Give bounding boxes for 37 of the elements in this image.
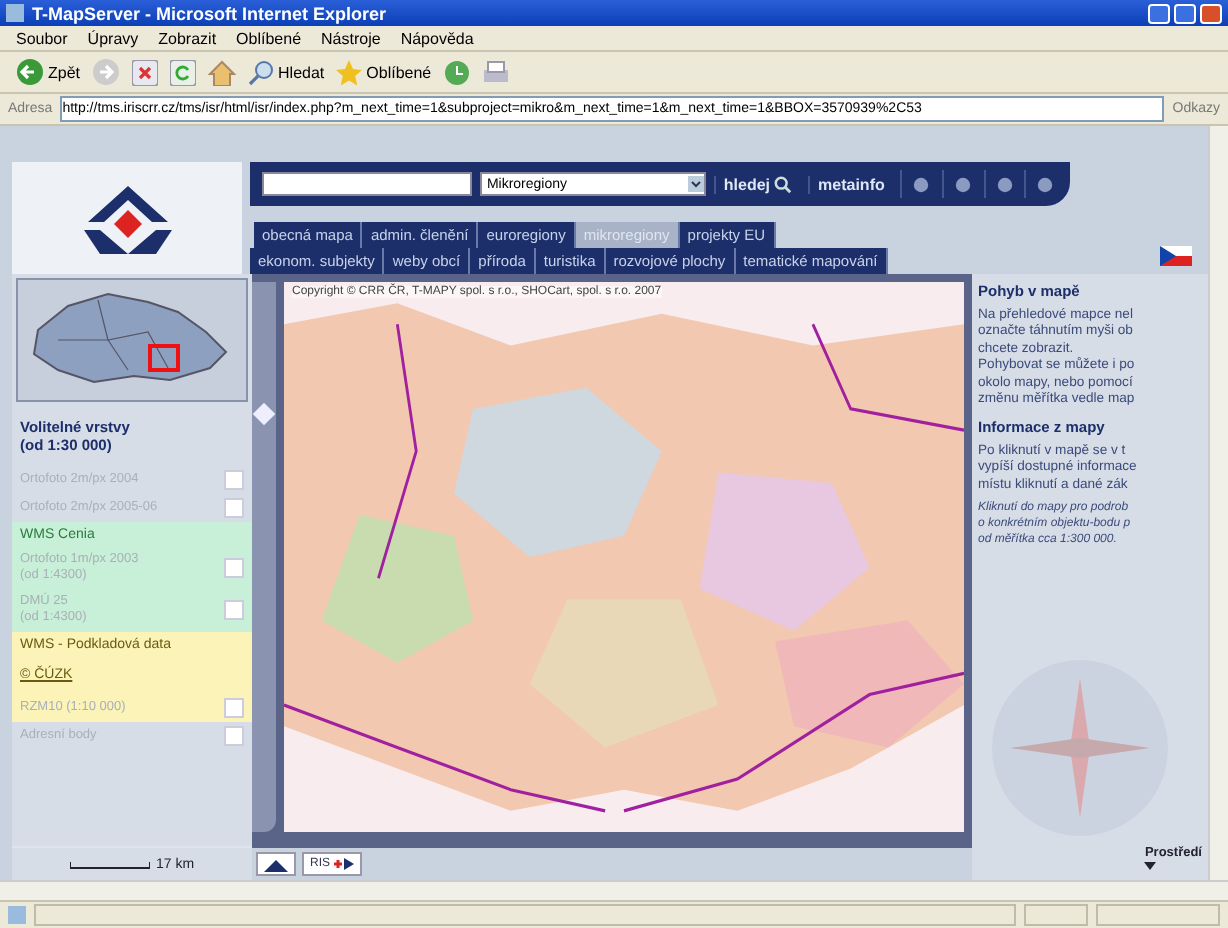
window-title: T-MapServer - Microsoft Internet Explorer — [32, 3, 387, 23]
partner-logo[interactable] — [256, 852, 296, 876]
forward-icon[interactable] — [92, 58, 121, 86]
scale-bar-icon — [69, 859, 150, 869]
printer-icon[interactable] — [481, 59, 510, 85]
favorites-button[interactable]: Oblíbené — [336, 56, 432, 88]
minimize-button[interactable] — [1148, 3, 1170, 23]
back-button[interactable]: Zpět — [16, 56, 81, 88]
search-field[interactable] — [262, 172, 473, 196]
star-icon — [336, 59, 363, 85]
search-button[interactable]: Hledat — [248, 56, 325, 88]
home-icon[interactable] — [208, 59, 237, 85]
maximize-button[interactable] — [1174, 3, 1196, 23]
search-button[interactable]: hledej — [713, 175, 801, 193]
metainfo-button[interactable]: metainfo — [808, 175, 893, 193]
horizontal-scrollbar[interactable] — [0, 880, 1228, 900]
menu-item[interactable]: Nápověda — [400, 29, 474, 47]
compass-icon — [990, 658, 1170, 838]
history-icon[interactable] — [443, 59, 470, 85]
overview-map-drawing[interactable] — [16, 278, 248, 402]
vertical-scrollbar[interactable] — [1208, 126, 1228, 880]
menu-item[interactable]: Soubor — [16, 29, 68, 47]
menu-item[interactable]: Oblíbené — [236, 29, 302, 47]
search-icon — [774, 175, 793, 193]
czech-flag-icon[interactable] — [1160, 246, 1192, 266]
dropdown-arrow-icon — [687, 176, 704, 192]
refresh-icon[interactable] — [170, 59, 197, 85]
stop-icon[interactable] — [132, 59, 159, 85]
zoom-slider-thumb[interactable] — [252, 402, 276, 426]
close-button[interactable] — [1200, 3, 1222, 23]
search-icon — [248, 59, 275, 85]
caret-icon — [1144, 860, 1157, 872]
menu-item[interactable]: Nástroje — [321, 29, 381, 47]
browser-icon — [6, 4, 24, 22]
menu-item[interactable]: Zobrazit — [158, 29, 217, 47]
zoom-slider[interactable] — [252, 282, 276, 832]
menu-item[interactable]: Úpravy — [87, 29, 139, 47]
